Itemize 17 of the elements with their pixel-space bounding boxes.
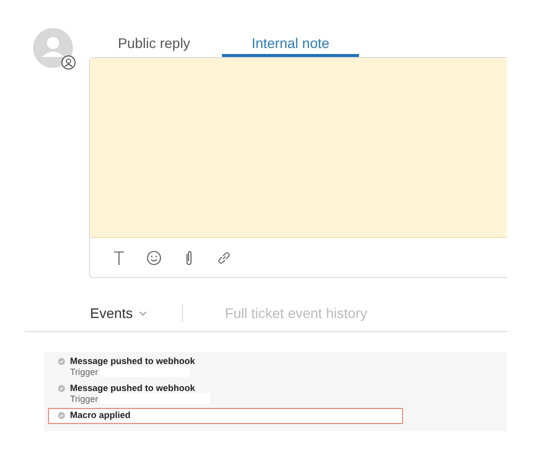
- avatar-icon: [33, 28, 73, 68]
- events-dropdown[interactable]: Events: [90, 305, 147, 321]
- check-icon: [58, 412, 65, 418]
- link-icon[interactable]: [216, 250, 232, 266]
- check-icon: [58, 358, 65, 364]
- event-detail: Trigger: [70, 366, 98, 376]
- tab[interactable]: Public reply: [116, 28, 192, 57]
- text-format-icon[interactable]: [111, 250, 127, 266]
- check-icon: [58, 384, 65, 392]
- event-title: Message pushed to webhook: [70, 356, 196, 366]
- event-detail: Trigger: [70, 394, 98, 404]
- event-title: Macro applied: [70, 410, 131, 420]
- note-input[interactable]: [90, 58, 507, 238]
- emoji-icon[interactable]: [146, 250, 162, 266]
- event-title: Message pushed to webhook: [70, 383, 196, 393]
- chevron-down-icon: [138, 310, 147, 316]
- user-icon: [61, 55, 76, 70]
